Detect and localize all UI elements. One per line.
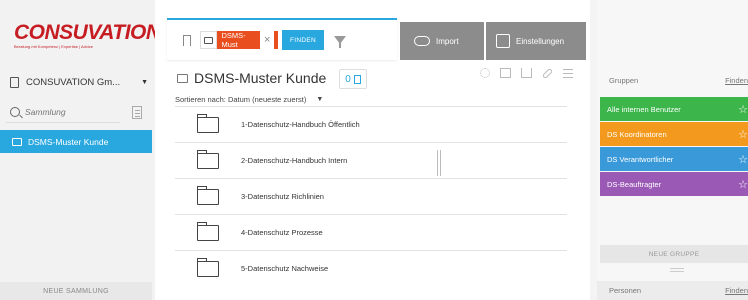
sort-value: Datum (neueste zuerst) [227, 95, 307, 104]
collection-filter-button[interactable] [126, 102, 148, 122]
document-icon [353, 74, 361, 84]
import-label: Import [436, 36, 459, 46]
star-icon[interactable]: ☆ [738, 178, 748, 191]
user-icon [496, 34, 510, 48]
groups-heading: Gruppen [609, 76, 639, 85]
folder-name: 2-Datenschutz-Handbuch Intern [241, 156, 348, 165]
envelope-icon [12, 137, 22, 146]
folder-row[interactable]: 5-Datenschutz Nachweise [175, 250, 567, 286]
search-bar: DSMS-Must × FINDEN [167, 18, 397, 60]
group-label: Alle internen Benutzer [607, 104, 681, 114]
sort-label: Sortieren nach: [175, 95, 226, 104]
group-label: DS-Beauftragter [607, 179, 662, 189]
share-icon[interactable] [521, 68, 532, 78]
folder-list: 1-Datenschutz-Handbuch Öffentlich 2-Date… [175, 106, 567, 286]
page-title: DSMS-Muster Kunde [177, 70, 326, 86]
close-icon[interactable]: × [260, 31, 274, 49]
folder-icon [197, 185, 219, 205]
folder-row[interactable]: 2-Datenschutz-Handbuch Intern [175, 142, 567, 178]
cloud-upload-icon [414, 36, 430, 46]
persons-header: Personen Finden [597, 281, 748, 300]
groups-find-link[interactable]: Finden [725, 76, 748, 85]
star-icon[interactable]: ☆ [738, 153, 748, 166]
folder-row[interactable]: 1-Datenschutz-Handbuch Öffentlich [175, 106, 567, 142]
group-item-ds-beauftragter[interactable]: DS-Beauftragter ☆ [600, 172, 748, 196]
search-tag[interactable]: DSMS-Must × [200, 31, 278, 49]
resize-handle[interactable] [670, 268, 684, 272]
collection-item-dsms-muster-kunde[interactable]: DSMS-Muster Kunde [0, 130, 152, 153]
search-tag-label: DSMS-Must [221, 31, 246, 49]
gear-icon[interactable] [480, 68, 490, 78]
link-icon[interactable] [541, 67, 554, 79]
collection-search [6, 101, 148, 123]
organization-name: CONSUVATION Gm... [26, 76, 121, 88]
group-item-ds-koordinatoren[interactable]: DS Koordinatoren ☆ [600, 122, 748, 146]
collection-search-input[interactable] [25, 106, 105, 117]
panel-splitter[interactable] [437, 150, 441, 176]
new-group-button[interactable]: NEUE GRUPPE [600, 245, 748, 263]
settings-button[interactable]: Einstellungen [486, 22, 586, 60]
folder-name: 1-Datenschutz-Handbuch Öffentlich [241, 120, 360, 129]
folder-name: 4-Datenschutz Prozesse [241, 228, 323, 237]
new-collection-button[interactable]: NEUE SAMMLUNG [0, 282, 152, 300]
group-label: DS Koordinatoren [607, 129, 667, 139]
folder-icon [197, 221, 219, 241]
search-icon [10, 106, 20, 117]
folder-icon [197, 257, 219, 277]
folder-icon [197, 149, 219, 169]
folder-name: 3-Datenschutz Richlinien [241, 192, 324, 201]
caret-down-icon: ▼ [316, 96, 324, 103]
list-filter-icon [132, 105, 142, 119]
group-item-alle-internen-benutzer[interactable]: Alle internen Benutzer ☆ [600, 97, 748, 121]
star-icon[interactable]: ☆ [738, 128, 748, 141]
group-list: Alle internen Benutzer ☆ DS Koordinatore… [600, 97, 748, 197]
collection-search-box [6, 101, 120, 123]
group-item-ds-verantwortlicher[interactable]: DS Verantwortlicher ☆ [600, 147, 748, 171]
caret-down-icon: ▼ [141, 78, 148, 86]
find-button[interactable]: FINDEN [282, 30, 324, 50]
folder-row[interactable]: 4-Datenschutz Prozesse [175, 214, 567, 250]
folder-row[interactable]: 3-Datenschutz Richlinien [175, 178, 567, 214]
collection-item-label: DSMS-Muster Kunde [28, 136, 109, 147]
star-icon[interactable]: ☆ [738, 103, 748, 116]
envelope-icon [204, 36, 214, 44]
persons-find-link[interactable]: Finden [725, 286, 748, 295]
window-icon[interactable] [500, 68, 511, 78]
page-title-text: DSMS-Muster Kunde [194, 70, 327, 86]
document-count-badge[interactable]: 0 [339, 69, 367, 89]
right-panel: Gruppen Finden Alle internen Benutzer ☆ … [597, 0, 748, 300]
group-label: DS Verantwortlicher [607, 154, 674, 164]
filter-icon[interactable] [334, 36, 346, 48]
settings-label: Einstellungen [516, 36, 565, 46]
list-icon[interactable] [563, 68, 573, 78]
bookmark-icon[interactable] [183, 34, 191, 46]
consuvation-logo[interactable]: CONSUVATION Beratung mit Kompetenz | Exp… [14, 22, 161, 50]
left-panel: CONSUVATION Beratung mit Kompetenz | Exp… [0, 0, 161, 300]
groups-header: Gruppen Finden [597, 76, 748, 85]
folder-name: 5-Datenschutz Nachweise [241, 264, 329, 273]
organization-selector[interactable]: CONSUVATION Gm... ▼ [10, 74, 148, 90]
folder-icon [197, 113, 219, 133]
main-panel: DSMS-Must × FINDEN Import Einstellungen … [155, 0, 590, 300]
title-tools [480, 67, 583, 79]
tag-envelope [200, 31, 218, 49]
document-count: 0 [345, 73, 351, 85]
import-button[interactable]: Import [400, 22, 484, 60]
persons-heading: Personen [609, 286, 642, 295]
envelope-icon [177, 73, 188, 83]
document-icon [10, 76, 19, 88]
sort-selector[interactable]: Sortieren nach: Datum (neueste zuerst) ▼ [175, 95, 323, 104]
